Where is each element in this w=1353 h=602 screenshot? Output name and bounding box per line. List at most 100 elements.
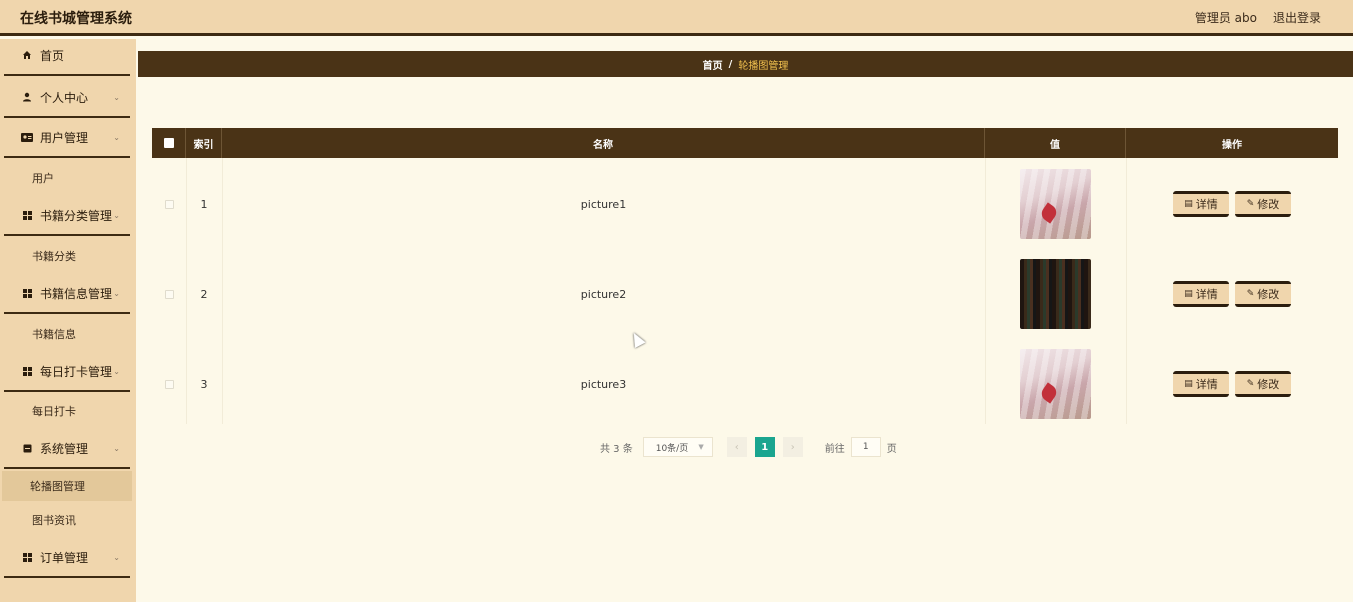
sidebar-subitem-book-news[interactable]: 图书资讯 bbox=[0, 505, 136, 535]
sidebar-item-label: 用户管理 bbox=[40, 130, 89, 145]
row-checkbox[interactable] bbox=[164, 289, 174, 299]
detail-button-label: 详情 bbox=[1195, 288, 1218, 301]
sidebar-subitem-book-category[interactable]: 书籍分类 bbox=[0, 241, 136, 271]
breadcrumb-separator: / bbox=[728, 58, 733, 70]
row-checkbox[interactable] bbox=[164, 379, 174, 389]
row-actions: ▤ 详情 ✎ 修改 bbox=[1126, 339, 1338, 429]
home-icon bbox=[20, 50, 34, 60]
edit-button[interactable]: ✎ 修改 bbox=[1235, 191, 1291, 217]
edit-button-label: 修改 bbox=[1257, 198, 1280, 211]
prev-page-button[interactable]: ‹ bbox=[726, 437, 747, 457]
chevron-down-icon: ⌄ bbox=[113, 443, 120, 453]
sidebar-divider bbox=[4, 116, 130, 118]
sidebar-item-label: 每日打卡管理 bbox=[40, 364, 113, 379]
grid-icon bbox=[20, 210, 34, 220]
pencil-icon: ✎ bbox=[1246, 289, 1255, 299]
sidebar-subitem-carousel-management[interactable]: 轮播图管理 bbox=[2, 471, 132, 501]
row-select-cell bbox=[152, 249, 186, 339]
sidebar-item-daily-checkin-management[interactable]: 每日打卡管理 ⌄ bbox=[4, 355, 130, 387]
sidebar-subitem-users[interactable]: 用户 bbox=[0, 163, 136, 193]
table-row: 1 picture1 ▤ 详情 ✎ 修改 bbox=[152, 159, 1338, 249]
column-header-name: 名称 bbox=[222, 128, 985, 158]
header-select-all bbox=[152, 128, 186, 158]
chevron-down-icon: ⌄ bbox=[113, 132, 120, 142]
detail-button[interactable]: ▤ 详情 bbox=[1173, 191, 1229, 217]
admin-user-label[interactable]: 管理员 abo bbox=[1195, 9, 1257, 26]
sidebar-item-book-info-management[interactable]: 书籍信息管理 ⌄ bbox=[4, 277, 130, 309]
pagination: 共 3 条 10条/页 ▼ ‹ 1 › 前往 1 页 bbox=[600, 437, 897, 457]
row-select-cell bbox=[152, 339, 186, 429]
chevron-down-icon: ⌄ bbox=[113, 210, 120, 220]
breadcrumb-home-link[interactable]: 首页 bbox=[703, 57, 723, 72]
chevron-down-icon: ⌄ bbox=[113, 288, 120, 298]
row-image-cell bbox=[985, 159, 1126, 249]
select-all-checkbox[interactable] bbox=[163, 138, 174, 148]
table-row: 2 picture2 ▤ 详情 ✎ 修改 bbox=[152, 249, 1338, 339]
sidebar-divider bbox=[4, 467, 130, 469]
detail-button[interactable]: ▤ 详情 bbox=[1173, 371, 1229, 397]
table-row: 3 picture3 ▤ 详情 ✎ 修改 bbox=[152, 339, 1338, 429]
sidebar-divider bbox=[4, 74, 130, 76]
chevron-down-icon: ▼ bbox=[698, 443, 704, 451]
sidebar-divider bbox=[4, 312, 130, 314]
sidebar-item-label: 书籍信息管理 bbox=[40, 286, 113, 301]
sidebar-item-system-management[interactable]: 系统管理 ⌄ bbox=[4, 432, 130, 464]
logout-link[interactable]: 退出登录 bbox=[1273, 9, 1321, 26]
page-number-current[interactable]: 1 bbox=[754, 437, 775, 457]
carousel-image-thumbnail[interactable] bbox=[1020, 169, 1091, 239]
sidebar-subitem-book-info[interactable]: 书籍信息 bbox=[0, 319, 136, 349]
column-header-value: 值 bbox=[985, 128, 1126, 158]
page-size-select[interactable]: 10条/页 ▼ bbox=[642, 437, 713, 457]
chevron-down-icon: ⌄ bbox=[113, 552, 120, 562]
row-name: picture2 bbox=[580, 287, 627, 301]
document-icon: ▤ bbox=[1184, 379, 1193, 389]
sidebar-divider bbox=[4, 576, 130, 578]
sidebar-item-book-category-management[interactable]: 书籍分类管理 ⌄ bbox=[4, 199, 130, 231]
page-size-value: 10条/页 bbox=[655, 443, 689, 454]
sidebar-item-label: 订单管理 bbox=[40, 550, 89, 565]
column-header-index: 索引 bbox=[186, 128, 222, 158]
sidebar-item-home[interactable]: 首页 bbox=[4, 39, 130, 71]
sidebar-subitem-label: 图书资讯 bbox=[32, 514, 76, 527]
chevron-down-icon: ⌄ bbox=[113, 366, 120, 376]
sidebar-subitem-label: 每日打卡 bbox=[32, 405, 76, 418]
sidebar-subitem-daily-checkin[interactable]: 每日打卡 bbox=[0, 396, 136, 426]
row-index: 3 bbox=[200, 377, 208, 391]
sidebar-item-order-management[interactable]: 订单管理 ⌄ bbox=[4, 541, 130, 573]
header-actions: 管理员 abo 退出登录 bbox=[1195, 9, 1321, 26]
edit-button-label: 修改 bbox=[1257, 378, 1280, 391]
detail-button-label: 详情 bbox=[1195, 378, 1218, 391]
edit-button[interactable]: ✎ 修改 bbox=[1235, 281, 1291, 307]
edit-button[interactable]: ✎ 修改 bbox=[1235, 371, 1291, 397]
row-name: picture1 bbox=[580, 197, 627, 211]
carousel-image-thumbnail[interactable] bbox=[1020, 259, 1091, 329]
row-checkbox[interactable] bbox=[164, 199, 174, 209]
sidebar-item-label: 首页 bbox=[40, 48, 65, 63]
sidebar-subitem-label: 用户 bbox=[32, 172, 54, 185]
sidebar: 首页 个人中心 ⌄ 用户管理 ⌄ 用户 书籍分类管理 ⌄ 书籍分类 书籍信息管理 bbox=[0, 39, 136, 602]
pagination-total: 共 3 条 bbox=[600, 443, 633, 455]
sidebar-item-user-management[interactable]: 用户管理 ⌄ bbox=[4, 121, 130, 153]
carousel-image-thumbnail[interactable] bbox=[1020, 349, 1091, 419]
sidebar-item-label: 个人中心 bbox=[40, 90, 89, 105]
goto-label: 前往 bbox=[824, 443, 845, 455]
goto-page-input[interactable]: 1 bbox=[850, 437, 881, 457]
pencil-icon: ✎ bbox=[1246, 199, 1255, 209]
column-header-actions: 操作 bbox=[1222, 139, 1242, 151]
document-icon: ▤ bbox=[1184, 289, 1193, 299]
row-actions: ▤ 详情 ✎ 修改 bbox=[1126, 159, 1338, 249]
row-actions: ▤ 详情 ✎ 修改 bbox=[1126, 249, 1338, 339]
detail-button[interactable]: ▤ 详情 bbox=[1173, 281, 1229, 307]
top-header: 在线书城管理系统 管理员 abo 退出登录 bbox=[0, 0, 1353, 36]
chevron-left-icon: ‹ bbox=[734, 441, 739, 453]
sidebar-subitem-label: 书籍分类 bbox=[32, 250, 76, 263]
detail-button-label: 详情 bbox=[1195, 198, 1218, 211]
next-page-button[interactable]: › bbox=[782, 437, 803, 457]
sidebar-divider bbox=[4, 156, 130, 158]
sidebar-item-personal-center[interactable]: 个人中心 ⌄ bbox=[4, 81, 130, 113]
pencil-icon: ✎ bbox=[1246, 379, 1255, 389]
sidebar-divider bbox=[4, 390, 130, 392]
sidebar-subitem-label: 书籍信息 bbox=[32, 328, 76, 341]
grid-icon bbox=[20, 366, 34, 376]
page-suffix-label: 页 bbox=[886, 443, 897, 455]
